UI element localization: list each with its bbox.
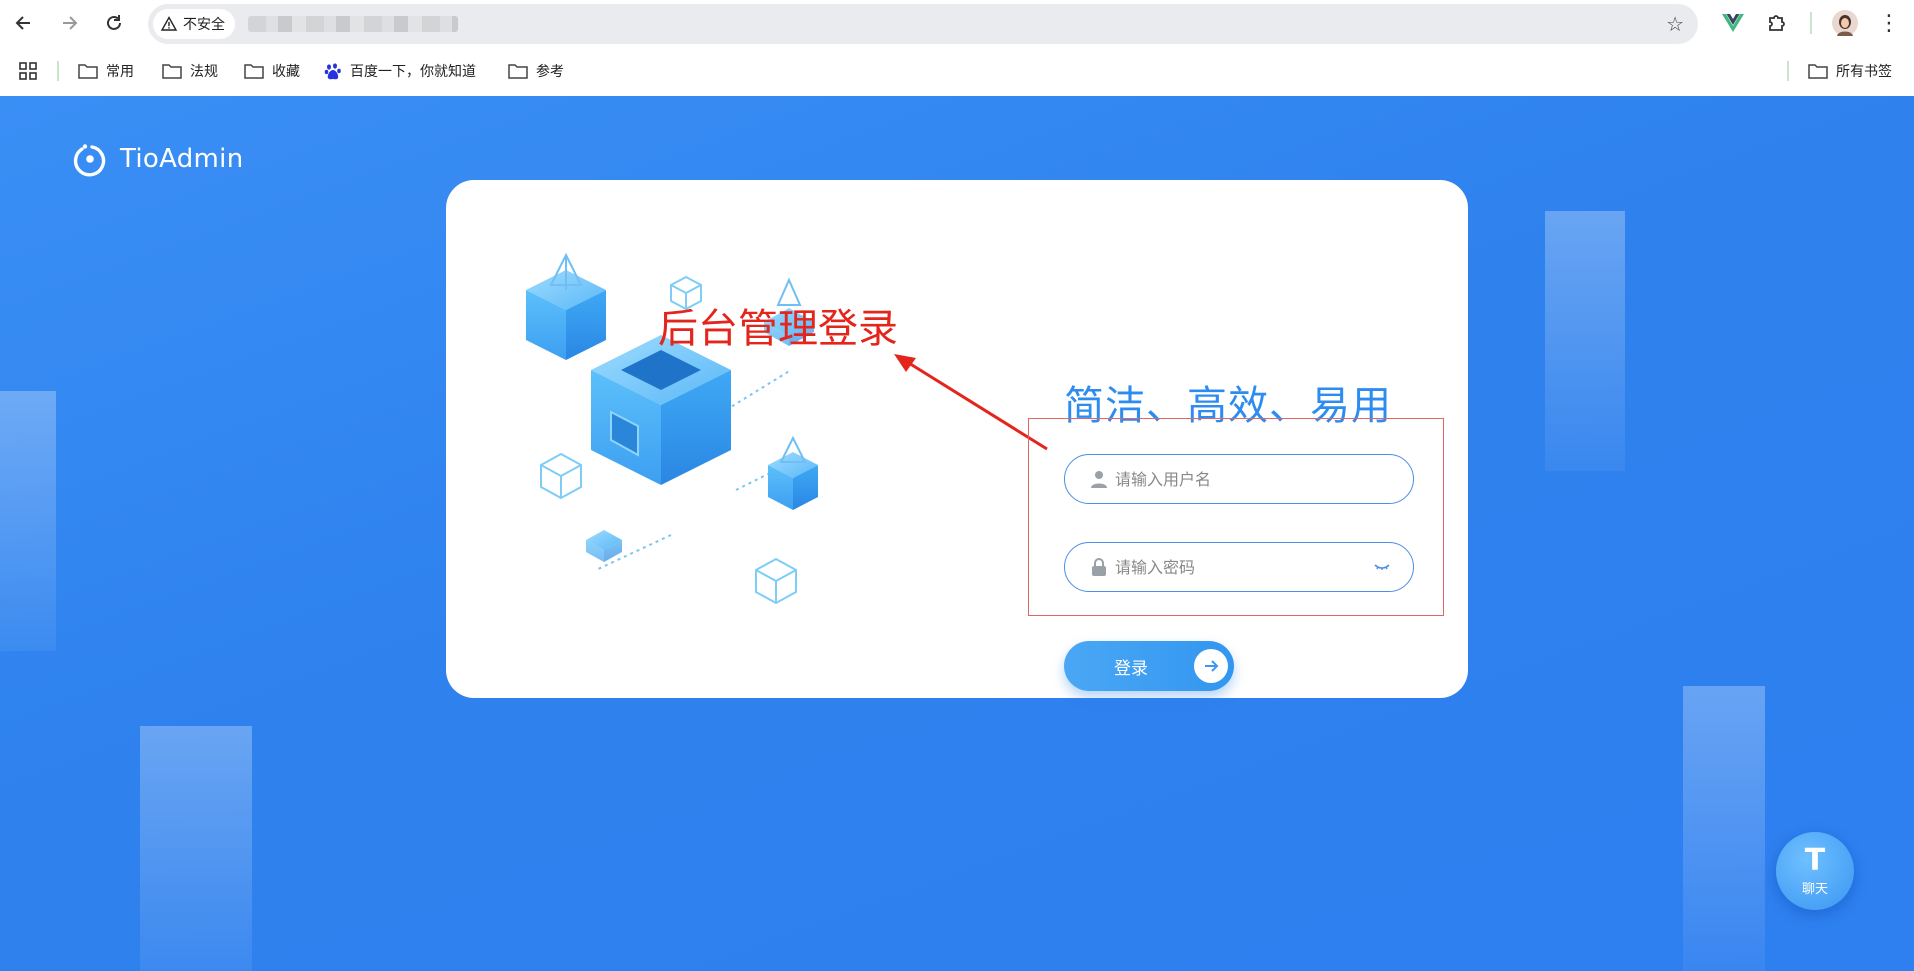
- decor-pillar: [1545, 211, 1625, 471]
- brand-logo: TioAdmin: [72, 141, 243, 177]
- bookmark-star-icon[interactable]: ☆: [1666, 12, 1684, 36]
- chat-logo-icon: T: [1804, 842, 1826, 878]
- bookmark-label: 收藏: [272, 64, 300, 80]
- url-text: [248, 16, 458, 32]
- menu-kebab-icon[interactable]: ⋮: [1876, 10, 1902, 36]
- toolbar-divider: [1810, 12, 1812, 34]
- browser-toolbar: 不安全 ☆ ⋮: [0, 0, 1914, 46]
- arrow-right-icon: [1194, 649, 1228, 683]
- bookmark-label: 百度一下，你就知道: [350, 64, 476, 80]
- login-button-label: 登录: [1114, 658, 1148, 679]
- back-icon[interactable]: [10, 9, 38, 37]
- baidu-paw-icon: [324, 63, 341, 80]
- folder-icon: [508, 64, 528, 79]
- bookmark-label: 参考: [536, 64, 564, 80]
- folder-icon: [244, 64, 264, 79]
- folder-icon: [78, 64, 98, 79]
- tioadmin-logo-icon: [73, 144, 106, 177]
- bookmark-divider: [57, 61, 59, 81]
- username-input[interactable]: [1115, 465, 1375, 493]
- username-field[interactable]: [1064, 454, 1414, 504]
- folder-icon: [162, 64, 182, 79]
- profile-avatar[interactable]: [1832, 10, 1858, 36]
- bookmark-folder-fagui[interactable]: 法规: [162, 60, 218, 82]
- login-button[interactable]: 登录: [1064, 641, 1234, 691]
- annotation-title: 后台管理登录: [658, 306, 898, 352]
- decor-pillar: [0, 391, 56, 651]
- all-bookmarks-label: 所有书签: [1836, 64, 1892, 80]
- bookmark-baidu[interactable]: 百度一下，你就知道: [324, 60, 476, 82]
- bookmark-label: 法规: [190, 64, 218, 80]
- folder-icon: [1808, 64, 1828, 79]
- vue-devtools-icon[interactable]: [1720, 10, 1746, 36]
- chat-button[interactable]: T 聊天: [1776, 832, 1854, 910]
- bookmark-label: 常用: [106, 64, 134, 80]
- address-bar[interactable]: 不安全 ☆: [148, 4, 1698, 44]
- security-label: 不安全: [183, 17, 225, 33]
- apps-grid-icon[interactable]: [18, 60, 38, 82]
- reload-icon[interactable]: [100, 9, 128, 37]
- lock-icon: [1092, 558, 1106, 576]
- eye-hidden-icon[interactable]: [1373, 557, 1391, 575]
- decor-pillar: [140, 726, 252, 971]
- bookmark-divider: [1787, 61, 1789, 81]
- password-input[interactable]: [1115, 553, 1375, 581]
- chat-label: 聊天: [1801, 881, 1828, 897]
- bookmark-folder-shoucang[interactable]: 收藏: [244, 60, 300, 82]
- bookmark-folder-changyong[interactable]: 常用: [78, 60, 134, 82]
- brand-name: TioAdmin: [120, 144, 244, 174]
- security-chip[interactable]: 不安全: [153, 9, 235, 39]
- decor-pillar: [1683, 686, 1765, 971]
- user-icon: [1091, 471, 1107, 488]
- bookmark-folder-cankao[interactable]: 参考: [508, 60, 564, 82]
- forward-icon[interactable]: [55, 9, 83, 37]
- warning-icon: [161, 16, 177, 31]
- password-field[interactable]: [1064, 542, 1414, 592]
- all-bookmarks-button[interactable]: 所有书签: [1808, 60, 1892, 82]
- bookmarks-bar: 常用 法规 收藏 百度一下，你就知道 参考 所有书签: [0, 46, 1914, 96]
- extensions-icon[interactable]: [1764, 10, 1790, 36]
